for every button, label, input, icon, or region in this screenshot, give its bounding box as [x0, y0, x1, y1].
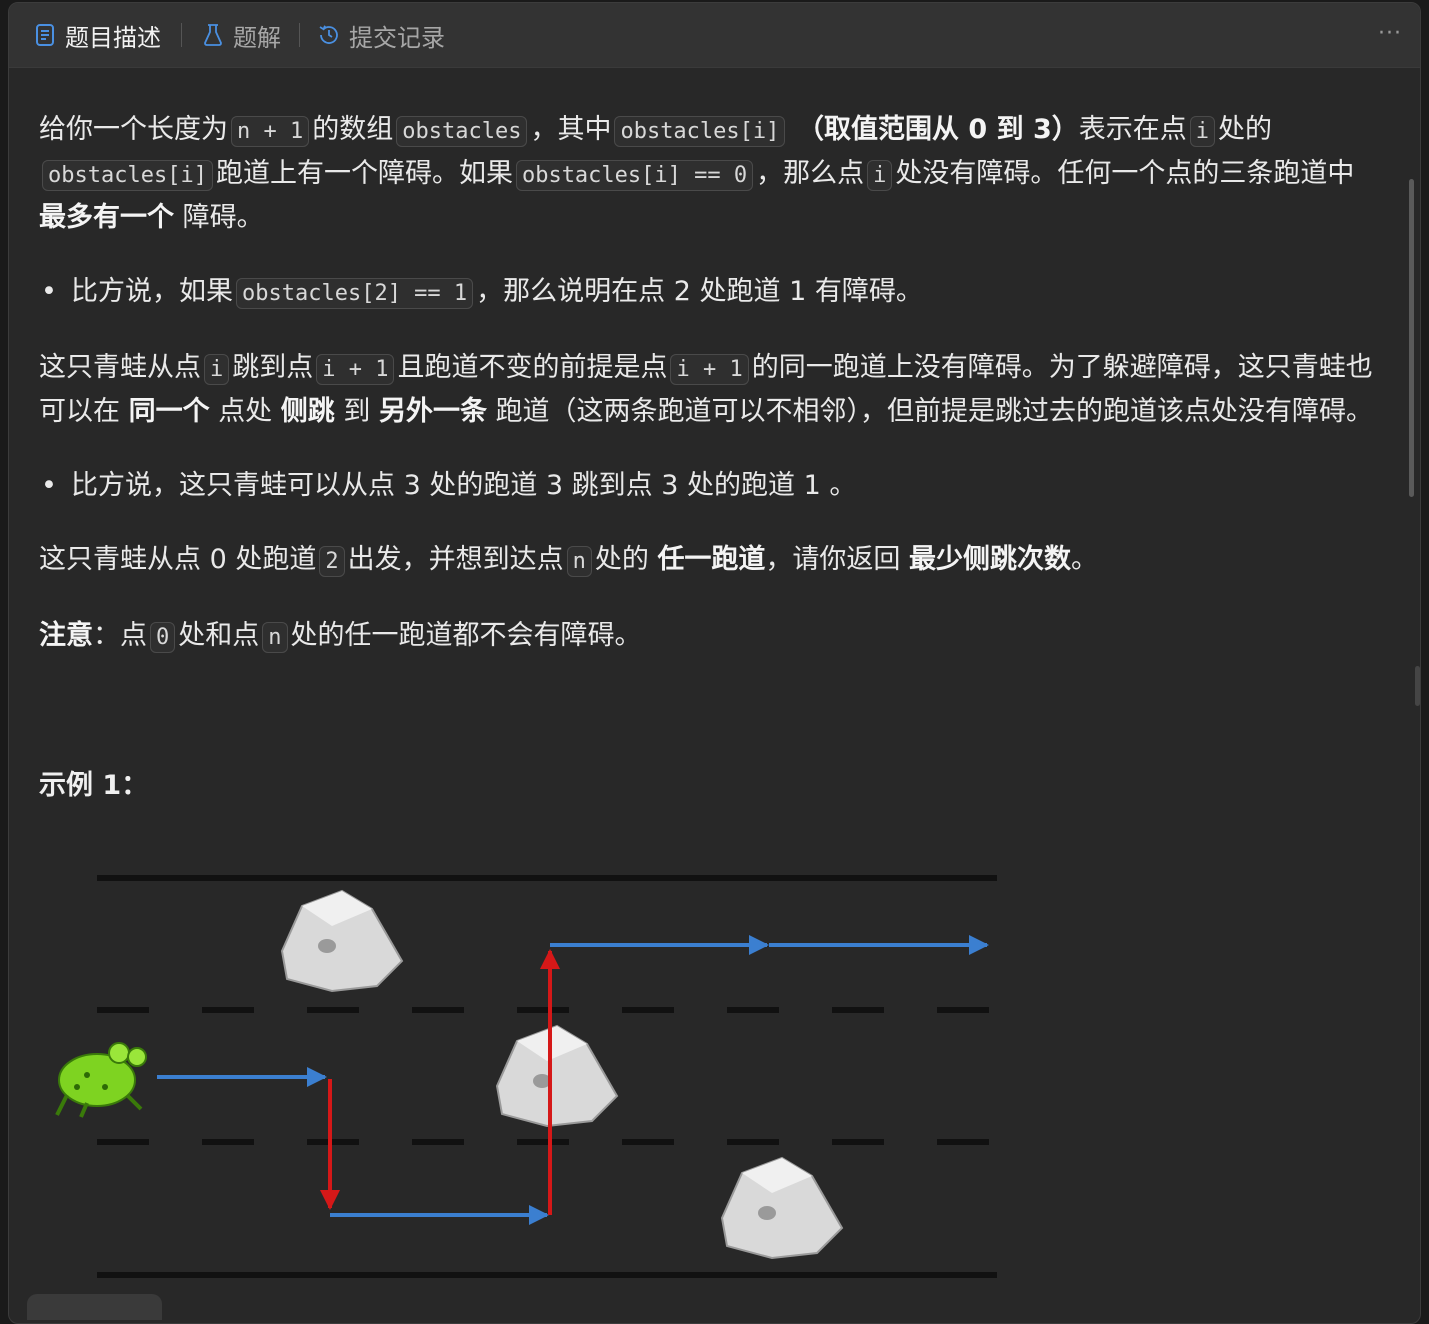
text: 跳到点 — [232, 352, 314, 383]
text: ，那么说明在点 2 处跑道 1 有障碍。 — [476, 276, 923, 307]
bullet-dot: • — [41, 470, 57, 501]
text: 比方说，这只青蛙可以从点 3 处的跑道 3 跳到点 3 处的跑道 1 。 — [71, 470, 857, 501]
text: 比方说，如果 — [71, 276, 233, 307]
bold-text: 另外一条 — [378, 396, 487, 427]
tab-submissions[interactable]: 提交记录 — [317, 17, 445, 53]
list-item: • 比方说，如果 obstacles[2] == 1 ，那么说明在点 2 处跑道 1… — [39, 271, 1389, 315]
inline-code: i — [1189, 116, 1216, 147]
text: 的数组 — [312, 114, 394, 145]
list-item-text: 比方说，这只青蛙可以从点 3 处的跑道 3 跳到点 3 处的跑道 1 。 — [71, 465, 856, 507]
tab-submissions-label: 提交记录 — [349, 23, 445, 52]
list-item: • 比方说，这只青蛙可以从点 3 处的跑道 3 跳到点 3 处的跑道 1 。 — [39, 465, 1389, 507]
flask-icon — [204, 24, 222, 46]
bold-text: 注意 — [39, 620, 93, 651]
inline-code: i + 1 — [670, 354, 749, 385]
tab-divider — [181, 23, 182, 47]
tab-divider — [299, 23, 300, 47]
text: 给你一个长度为 — [39, 114, 228, 145]
obstacle-rock-1 — [280, 889, 404, 993]
text: 障碍。 — [182, 202, 264, 233]
inline-code: 2 — [319, 546, 345, 577]
text: 出发，并想到达点 — [347, 544, 564, 575]
inline-code: obstacles[2] == 1 — [236, 278, 474, 309]
bold-text: 同一个 — [128, 396, 210, 427]
inline-code: n — [262, 622, 288, 653]
inline-code: n — [566, 546, 592, 577]
obstacle-rock-2 — [495, 1024, 619, 1128]
bottom-panel-tab[interactable] — [27, 1294, 162, 1320]
inline-code: obstacles — [396, 116, 528, 147]
frog-icon — [55, 1042, 147, 1118]
inline-code: i — [867, 160, 893, 191]
bold-text: 侧跳 — [280, 396, 335, 427]
text: 表示在点 — [1078, 114, 1187, 145]
tab-solutions-label: 题解 — [233, 23, 281, 52]
inline-code: n + 1 — [231, 116, 310, 147]
inline-code: obstacles[i] — [42, 160, 213, 191]
text: 且跑道不变的前提是点 — [397, 352, 668, 383]
text: 处和点 — [178, 620, 260, 651]
text: 这只青蛙从点 — [39, 352, 201, 383]
description-paragraph-2: 这只青蛙从点 i 跳到点 i + 1 且跑道不变的前提是点 i + 1 的同一跑道上没有障碍… — [39, 347, 1389, 433]
description-paragraph-3: 这只青蛙从点 0 处跑道 2 出发，并想到达点 n 处的 任一跑道，请你返回 最少侧跳次… — [39, 539, 1389, 583]
bold-text: 最少侧跳次数 — [909, 544, 1072, 575]
bold-text: 最多有一个 — [39, 202, 174, 233]
text: 到 — [343, 396, 371, 427]
bold-text: 任一跑道 — [657, 544, 766, 575]
tab-bar: 题目描述 题解 提交记录 ··· — [9, 3, 1420, 68]
document-icon — [36, 24, 54, 46]
note-paragraph: 注意：点 0 处和点 n 处的任一跑道都不会有障碍。 — [39, 615, 1389, 659]
text: ：点 — [93, 620, 147, 651]
inline-code: obstacles[i] — [614, 116, 786, 147]
inline-code: 0 — [150, 622, 176, 653]
problem-content: 给你一个长度为 n + 1 的数组 obstacles ，其中 obstacles[i] … — [39, 67, 1389, 802]
text: 处没有障碍。任何一个点的三条跑道中 — [895, 158, 1355, 189]
obstacle-rock-3 — [720, 1156, 844, 1260]
example-title: 示例 1： — [39, 770, 149, 801]
text: ，请你返回 — [765, 544, 901, 575]
problem-panel: 题目描述 题解 提交记录 ··· 给你一个长度为 n + 1 的数组 obstacle… — [8, 2, 1421, 1324]
list-item-text: 比方说，如果 obstacles[2] == 1 ，那么说明在点 2 处跑道 1 有… — [71, 271, 923, 315]
tab-description[interactable]: 题目描述 — [33, 17, 161, 53]
more-options-button[interactable]: ··· — [1378, 21, 1402, 46]
inline-code: obstacles[i] == 0 — [515, 160, 754, 191]
inline-code: i — [204, 354, 230, 385]
bold-text: （取值范围从 0 到 3） — [797, 114, 1079, 145]
text: ，其中 — [530, 114, 612, 145]
tab-solutions[interactable]: 题解 — [201, 17, 281, 53]
text: 。 — [1071, 544, 1099, 575]
example-figure — [55, 875, 997, 1278]
inline-code: i + 1 — [316, 354, 395, 385]
scrollbar[interactable] — [1409, 179, 1414, 497]
panel-resize-handle[interactable] — [1415, 666, 1420, 706]
text: ，那么点 — [756, 158, 865, 189]
tab-description-label: 题目描述 — [65, 23, 161, 52]
text: 点处 — [218, 396, 273, 427]
text: 处的任一跑道都不会有障碍。 — [290, 620, 642, 651]
text: 跑道上有一个障碍。如果 — [215, 158, 513, 189]
text: 处的 — [594, 544, 649, 575]
description-paragraph-1: 给你一个长度为 n + 1 的数组 obstacles ，其中 obstacles[i] … — [39, 109, 1389, 239]
text: 处的 — [1218, 114, 1273, 145]
history-icon — [319, 25, 338, 44]
bullet-dot: • — [41, 276, 57, 307]
text: 这只青蛙从点 0 处跑道 — [39, 544, 317, 575]
text: 跑道（这两条跑道可以不相邻），但前提是跳过去的跑道该点处没有障碍。 — [495, 396, 1374, 427]
